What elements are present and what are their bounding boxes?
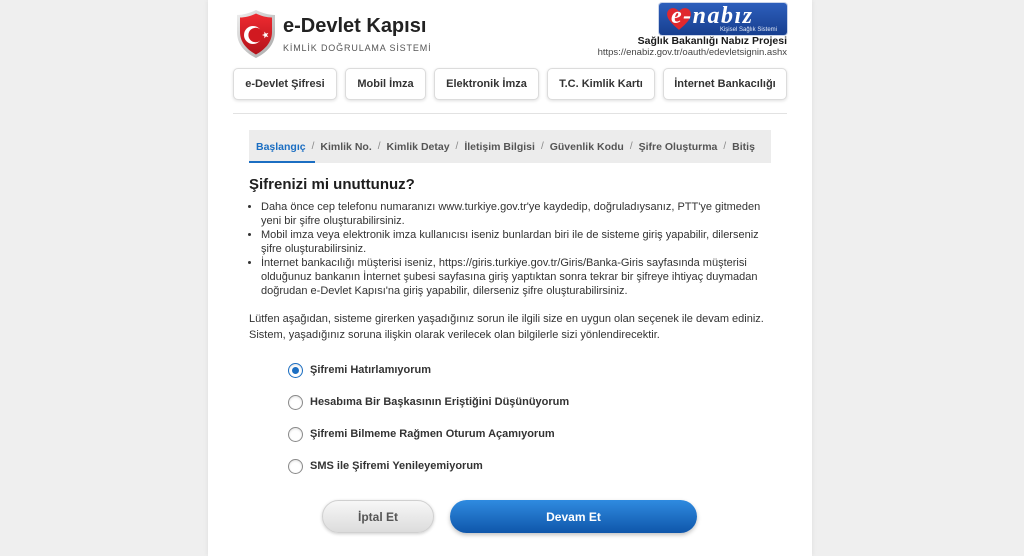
page-title: Şifrenizi mi unuttunuz? — [249, 176, 415, 193]
method-tab-tc-kimlik-karti[interactable]: T.C. Kimlik Kartı — [547, 68, 655, 100]
method-tab-internet-bankaciligi[interactable]: İnternet Bankacılığı — [663, 68, 787, 100]
step-label: İletişim Bilgisi — [464, 140, 535, 153]
step-label: Kimlik Detay — [386, 140, 450, 153]
option-cannot-login[interactable]: Şifremi Bilmeme Rağmen Oturum Açamıyorum — [288, 426, 569, 442]
step-separator: / — [540, 141, 544, 152]
step-separator: / — [629, 141, 633, 152]
option-label[interactable]: Şifremi Hatırlamıyorum — [310, 362, 431, 378]
step-label: Kimlik No. — [320, 140, 372, 153]
radio-button[interactable] — [288, 394, 303, 410]
option-label[interactable]: Şifremi Bilmeme Rağmen Oturum Açamıyorum — [310, 426, 555, 442]
e-nabiz-logo: e-nabız Kişisel Sağlık Sistemi — [659, 3, 787, 35]
step-guvenlik-kodu: Güvenlik Kodu — [550, 130, 624, 163]
step-separator: / — [311, 141, 315, 152]
step-label: Güvenlik Kodu — [549, 140, 624, 153]
brand-title: e-Devlet Kapısı — [283, 15, 427, 37]
info-list-item: Mobil imza veya elektronik imza kullanıc… — [261, 228, 773, 256]
method-tab-mobil-imza[interactable]: Mobil İmza — [345, 68, 426, 100]
step-separator: / — [455, 141, 459, 152]
continue-button[interactable]: Devam Et — [450, 500, 697, 533]
header-divider — [233, 113, 787, 114]
partner-name: Sağlık Bakanlığı Nabız Projesi — [637, 35, 787, 47]
radio-button[interactable] — [288, 458, 303, 474]
step-separator: / — [723, 141, 727, 152]
instruction-text: Lütfen aşağıdan, sisteme girerken yaşadı… — [249, 313, 764, 341]
radio-button[interactable] — [288, 426, 303, 442]
step-sifre-olusturma: Şifre Oluşturma — [639, 130, 718, 163]
step-label: Şifre Oluşturma — [638, 140, 718, 153]
info-list: Daha önce cep telefonu numaranızı www.tu… — [249, 200, 773, 298]
option-forgot-password[interactable]: Şifremi Hatırlamıyorum — [288, 362, 569, 378]
step-kimlik-detay: Kimlik Detay — [387, 130, 450, 163]
step-iletisim-bilgisi: İletişim Bilgisi — [464, 130, 535, 163]
method-tab-elektronik-imza[interactable]: Elektronik İmza — [434, 68, 539, 100]
option-label[interactable]: Hesabıma Bir Başkasının Eriştiğini Düşün… — [310, 394, 569, 410]
login-method-tabs: e-Devlet Şifresi Mobil İmza Elektronik İ… — [233, 68, 787, 100]
radio-button[interactable] — [288, 362, 303, 378]
option-label[interactable]: SMS ile Şifremi Yenileyemiyorum — [310, 458, 483, 474]
step-separator: / — [377, 141, 381, 152]
partner-logo-tagline: Kişisel Sağlık Sistemi — [719, 27, 777, 33]
step-baslangic: Başlangıç — [249, 130, 315, 163]
info-list-item: Daha önce cep telefonu numaranızı www.tu… — [261, 200, 773, 228]
wizard-steps: Başlangıç / Kimlik No. / Kimlik Detay / … — [249, 130, 771, 163]
step-kimlik-no: Kimlik No. — [320, 130, 371, 163]
partner-url: https://enabiz.gov.tr/oauth/edevletsigni… — [597, 47, 787, 58]
option-sms-renewal[interactable]: SMS ile Şifremi Yenileyemiyorum — [288, 458, 569, 474]
info-list-item: İnternet bankacılığı müşterisi iseniz, h… — [261, 256, 773, 298]
step-label: Başlangıç — [256, 140, 306, 153]
method-tab-e-devlet-sifresi[interactable]: e-Devlet Şifresi — [233, 68, 337, 100]
brand-subtitle: KİMLİK DOĞRULAMA SİSTEMİ — [283, 43, 432, 53]
option-account-compromised[interactable]: Hesabıma Bir Başkasının Eriştiğini Düşün… — [288, 394, 569, 410]
step-label: Bitiş — [732, 140, 755, 153]
shield-crescent-star-icon[interactable] — [235, 9, 277, 59]
problem-options: Şifremi Hatırlamıyorum Hesabıma Bir Başk… — [288, 362, 569, 490]
auth-panel: e-Devlet Kapısı KİMLİK DOĞRULAMA SİSTEMİ… — [208, 0, 812, 556]
cancel-button[interactable]: İptal Et — [322, 500, 434, 533]
partner-logo-text: e-nabız — [671, 3, 754, 29]
step-bitis: Bitiş — [732, 130, 755, 163]
